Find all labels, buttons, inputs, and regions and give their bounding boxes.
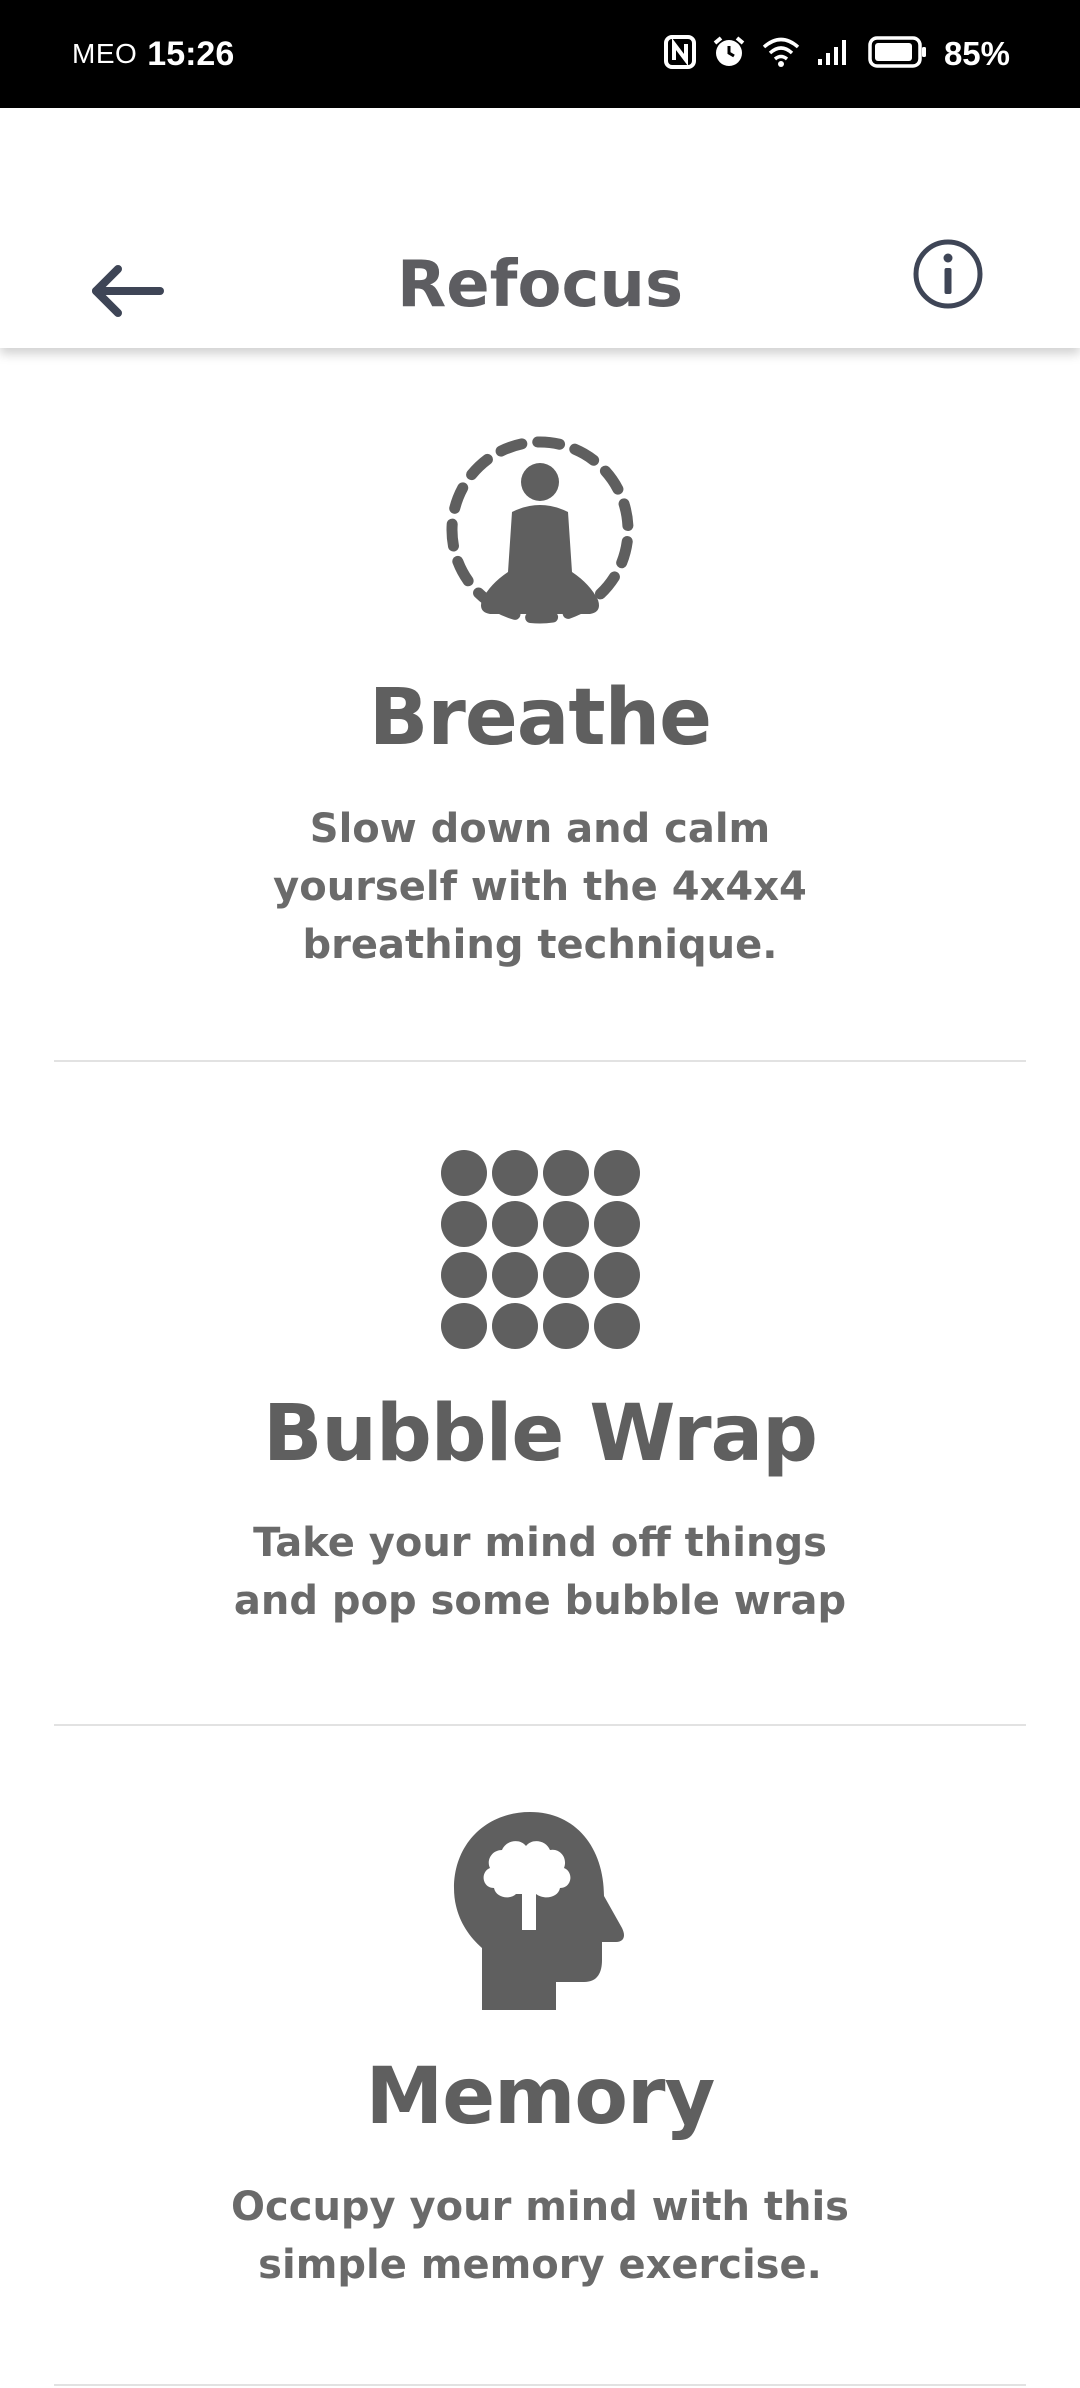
exercise-description: Occupy your mind with this simple memory… bbox=[231, 2184, 849, 2288]
exercise-bubble-wrap[interactable]: Bubble Wrap Take your mind off things an… bbox=[0, 1062, 1080, 1724]
status-bar: MEO 15:26 85% bbox=[0, 0, 1080, 108]
info-button[interactable] bbox=[908, 234, 988, 314]
exercise-description: Take your mind off things and pop some b… bbox=[233, 1520, 847, 1624]
status-bar-right: 85% bbox=[663, 0, 1010, 108]
alarm-icon bbox=[712, 35, 746, 73]
meditation-icon bbox=[446, 436, 634, 624]
signal-icon bbox=[816, 37, 852, 71]
clock: 15:26 bbox=[147, 34, 235, 73]
battery-percent: 85% bbox=[943, 35, 1010, 72]
exercise-description: Slow down and calm yourself with the 4x4… bbox=[273, 806, 807, 968]
app-header: Refocus bbox=[0, 108, 1080, 348]
exercise-title: Memory bbox=[365, 2052, 716, 2142]
nfc-icon bbox=[663, 35, 696, 73]
icon-container bbox=[0, 1148, 1080, 1350]
status-bar-left: MEO 15:26 bbox=[72, 0, 234, 108]
exercise-title: Breathe bbox=[368, 673, 712, 763]
exercise-title: Bubble Wrap bbox=[262, 1389, 818, 1479]
info-circle-icon bbox=[913, 239, 983, 309]
icon-container bbox=[0, 432, 1080, 638]
brain-head-icon bbox=[454, 1812, 624, 2010]
icon-container bbox=[0, 1810, 1080, 2014]
bubble-wrap-icon bbox=[441, 1150, 640, 1349]
divider bbox=[54, 2384, 1026, 2386]
battery-icon bbox=[868, 36, 928, 72]
exercise-breathe[interactable]: Breathe Slow down and calm yourself with… bbox=[0, 348, 1080, 1060]
exercise-memory[interactable]: Memory Occupy your mind with this simple… bbox=[0, 1726, 1080, 2388]
wifi-icon bbox=[762, 36, 800, 72]
carrier-label: MEO bbox=[72, 38, 138, 69]
